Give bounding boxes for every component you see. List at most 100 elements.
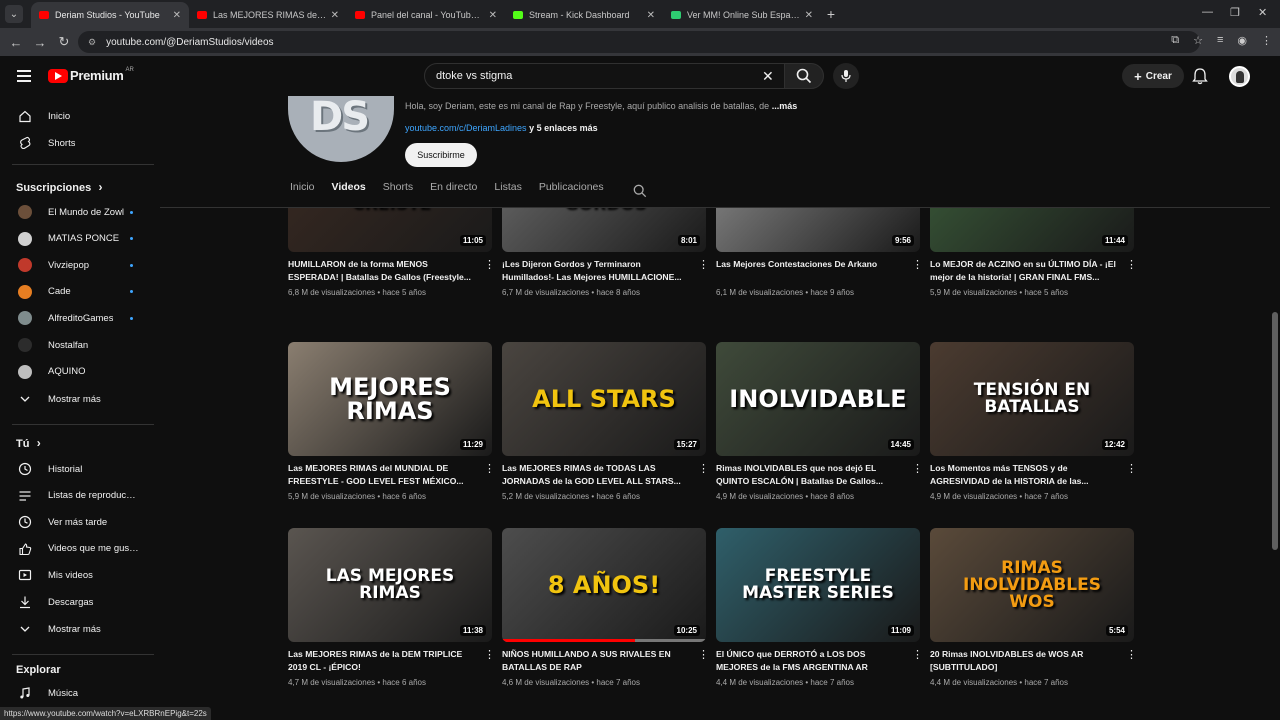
tab-shorts[interactable]: Shorts — [383, 181, 413, 201]
video-thumbnail[interactable]: NO MAMES TE LA CREISTE11:05 — [288, 208, 492, 252]
tab-close-icon[interactable]: ✕ — [173, 10, 181, 21]
browser-tab[interactable]: Panel del canal - YouTube Studio ✕ — [347, 2, 505, 28]
subscriptions-show-more[interactable]: Mostrar más — [0, 386, 156, 412]
sidebar-item-inicio[interactable]: Inicio — [0, 103, 156, 129]
tab-videos[interactable]: Videos — [332, 181, 366, 201]
sidebar-item-ver-mas-tarde[interactable]: Ver más tarde — [0, 509, 156, 535]
tab-close-icon[interactable]: ✕ — [489, 10, 497, 21]
channel-description[interactable]: Hola, soy Deriam, este es mi canal de Ra… — [405, 101, 797, 111]
tab-close-icon[interactable]: ✕ — [805, 10, 813, 21]
guide-menu-icon[interactable] — [17, 70, 31, 82]
video-card[interactable]: Arkano9:56 Las Mejores Contestaciones De … — [716, 208, 923, 322]
video-title[interactable]: El ÚNICO que DERROTÓ a LOS DOS MEJORES d… — [716, 648, 902, 674]
video-menu-icon[interactable]: ⋮ — [484, 462, 495, 475]
subscription-item[interactable]: Vivziepop — [0, 252, 156, 278]
video-title[interactable]: Las MEJORES RIMAS de TODAS LAS JORNADAS … — [502, 462, 688, 488]
video-menu-icon[interactable]: ⋮ — [698, 258, 709, 271]
video-menu-icon[interactable]: ⋮ — [1126, 258, 1137, 271]
close-window-button[interactable]: ✕ — [1258, 6, 1267, 19]
video-menu-icon[interactable]: ⋮ — [912, 258, 923, 271]
video-thumbnail[interactable]: RIMAS INOLVIDABLES WOS 5:54 — [930, 528, 1134, 642]
video-thumbnail[interactable]: Arkano9:56 — [716, 208, 920, 252]
site-info-icon[interactable]: ⚙ — [88, 37, 96, 48]
video-thumbnail[interactable]: HECHAS POR GORDOS8:01 — [502, 208, 706, 252]
video-card[interactable]: LAS MEJORES RIMAS 11:38 Las MEJORES RIMAS … — [288, 528, 495, 712]
more-links[interactable]: y 5 enlaces más — [529, 123, 598, 133]
subscription-item[interactable]: El Mundo de Zowl — [0, 199, 156, 225]
video-card[interactable]: INOLVIDABLE 14:45 Rimas INOLVIDABLES que n… — [716, 342, 923, 526]
video-menu-icon[interactable]: ⋮ — [484, 648, 495, 661]
video-menu-icon[interactable]: ⋮ — [698, 462, 709, 475]
video-card[interactable]: ALL STARS 15:27 Las MEJORES RIMAS de TODAS… — [502, 342, 709, 526]
youtube-premium-logo[interactable]: Premium AR — [48, 67, 134, 83]
channel-links[interactable]: youtube.com/c/DeriamLadines y 5 enlaces … — [405, 123, 598, 133]
video-card[interactable]: 8 AÑOS! 10:25 NIÑOS HUMILLANDO A SUS RIVAL… — [502, 528, 709, 712]
video-card[interactable]: 11:44 Lo MEJOR de ACZINO en su ÚLTIMO DÍA… — [930, 208, 1137, 322]
video-title[interactable]: Las Mejores Contestaciones De Arkano — [716, 258, 902, 271]
video-title[interactable]: NIÑOS HUMILLANDO A SUS RIVALES EN BATALL… — [502, 648, 688, 674]
video-thumbnail[interactable]: INOLVIDABLE 14:45 — [716, 342, 920, 456]
video-menu-icon[interactable]: ⋮ — [484, 258, 495, 271]
search-button[interactable] — [784, 63, 824, 89]
you-heading[interactable]: Tú › — [16, 436, 41, 450]
forward-icon[interactable]: → — [28, 35, 52, 50]
video-title[interactable]: Los Momentos más TENSOS y de AGRESIVIDAD… — [930, 462, 1116, 488]
tab-listas[interactable]: Listas — [494, 181, 521, 201]
you-show-more[interactable]: Mostrar más — [0, 616, 156, 642]
tab-close-icon[interactable]: ✕ — [331, 10, 339, 21]
sidebar-item-shorts[interactable]: Shorts — [0, 130, 156, 156]
video-thumbnail[interactable]: 11:44 — [930, 208, 1134, 252]
sidebar-item-videos-que-me-gustan[interactable]: Videos que me gustan — [0, 536, 156, 562]
sidebar-item-descargas[interactable]: Descargas — [0, 589, 156, 615]
back-icon[interactable]: ← — [4, 35, 28, 50]
tab-publicaciones[interactable]: Publicaciones — [539, 181, 604, 201]
video-card[interactable]: NO MAMES TE LA CREISTE11:05 HUMILLARON de… — [288, 208, 495, 322]
browser-menu-icon[interactable]: ⋮ — [1261, 34, 1272, 47]
subscription-item[interactable]: Cade — [0, 279, 156, 305]
browser-tab[interactable]: Stream - Kick Dashboard ✕ — [505, 2, 663, 28]
search-input[interactable]: dtoke vs stigma — [424, 63, 786, 89]
video-title[interactable]: Lo MEJOR de ACZINO en su ÚLTIMO DÍA - ¡E… — [930, 258, 1116, 284]
video-menu-icon[interactable]: ⋮ — [912, 462, 923, 475]
video-title[interactable]: 20 Rimas INOLVIDABLES de WOS AR [SUBTITU… — [930, 648, 1116, 674]
video-card[interactable]: HECHAS POR GORDOS8:01 ¡Les Dijeron Gordos… — [502, 208, 709, 322]
video-thumbnail[interactable]: MEJORES RIMAS 11:29 — [288, 342, 492, 456]
channel-link[interactable]: youtube.com/c/DeriamLadines — [405, 123, 527, 133]
minimize-button[interactable]: — — [1202, 6, 1213, 18]
install-app-icon[interactable]: ⧉ — [1171, 34, 1179, 47]
channel-avatar[interactable]: DS — [288, 96, 394, 162]
subscribe-button[interactable]: Suscribirme — [405, 143, 477, 167]
account-avatar[interactable] — [1229, 66, 1250, 87]
tab-search-button[interactable]: ⌄ — [5, 5, 23, 23]
create-button[interactable]: + Crear — [1122, 64, 1184, 88]
voice-search-button[interactable] — [833, 63, 859, 89]
new-tab-button[interactable]: + — [821, 6, 841, 22]
subscription-item[interactable]: AQUINO — [0, 359, 156, 385]
video-thumbnail[interactable]: FREESTYLE MASTER SERIES 11:09 — [716, 528, 920, 642]
channel-search-icon[interactable] — [633, 184, 647, 198]
sidebar-item-historial[interactable]: Historial — [0, 456, 156, 482]
video-title[interactable]: ¡Les Dijeron Gordos y Terminaron Humilla… — [502, 258, 688, 284]
explore-heading[interactable]: Explorar — [16, 664, 61, 676]
video-card[interactable]: RIMAS INOLVIDABLES WOS 5:54 20 Rimas INOLV… — [930, 528, 1137, 712]
page-scrollbar[interactable] — [1270, 56, 1280, 720]
video-menu-icon[interactable]: ⋮ — [1126, 462, 1137, 475]
subscription-item[interactable]: MATIAS PONCE — [0, 226, 156, 252]
url-bar[interactable]: ⚙ youtube.com/@DeriamStudios/videos — [78, 31, 1200, 53]
subscriptions-heading[interactable]: Suscripciones › — [16, 180, 103, 194]
video-menu-icon[interactable]: ⋮ — [698, 648, 709, 661]
video-card[interactable]: FREESTYLE MASTER SERIES 11:09 El ÚNICO que… — [716, 528, 923, 712]
browser-tab[interactable]: Las MEJORES RIMAS de TODAS ✕ — [189, 2, 347, 28]
video-menu-icon[interactable]: ⋮ — [912, 648, 923, 661]
video-title[interactable]: HUMILLARON de la forma MENOS ESPERADA! |… — [288, 258, 474, 284]
sidebar-item-mis-videos[interactable]: Mis videos — [0, 562, 156, 588]
bookmark-star-icon[interactable]: ☆ — [1193, 34, 1203, 47]
video-title[interactable]: Rimas INOLVIDABLES que nos dejó EL QUINT… — [716, 462, 902, 488]
browser-tab[interactable]: Ver MM! Online Sub Español en ✕ — [663, 2, 821, 28]
description-more-link[interactable]: ...más — [772, 101, 798, 111]
reload-icon[interactable]: ↻ — [52, 34, 76, 50]
video-thumbnail[interactable]: TENSIÓN EN BATALLAS 12:42 — [930, 342, 1134, 456]
video-menu-icon[interactable]: ⋮ — [1126, 648, 1137, 661]
video-title[interactable]: Las MEJORES RIMAS de la DEM TRIPLICE 201… — [288, 648, 474, 674]
notifications-bell-icon[interactable] — [1192, 67, 1208, 85]
